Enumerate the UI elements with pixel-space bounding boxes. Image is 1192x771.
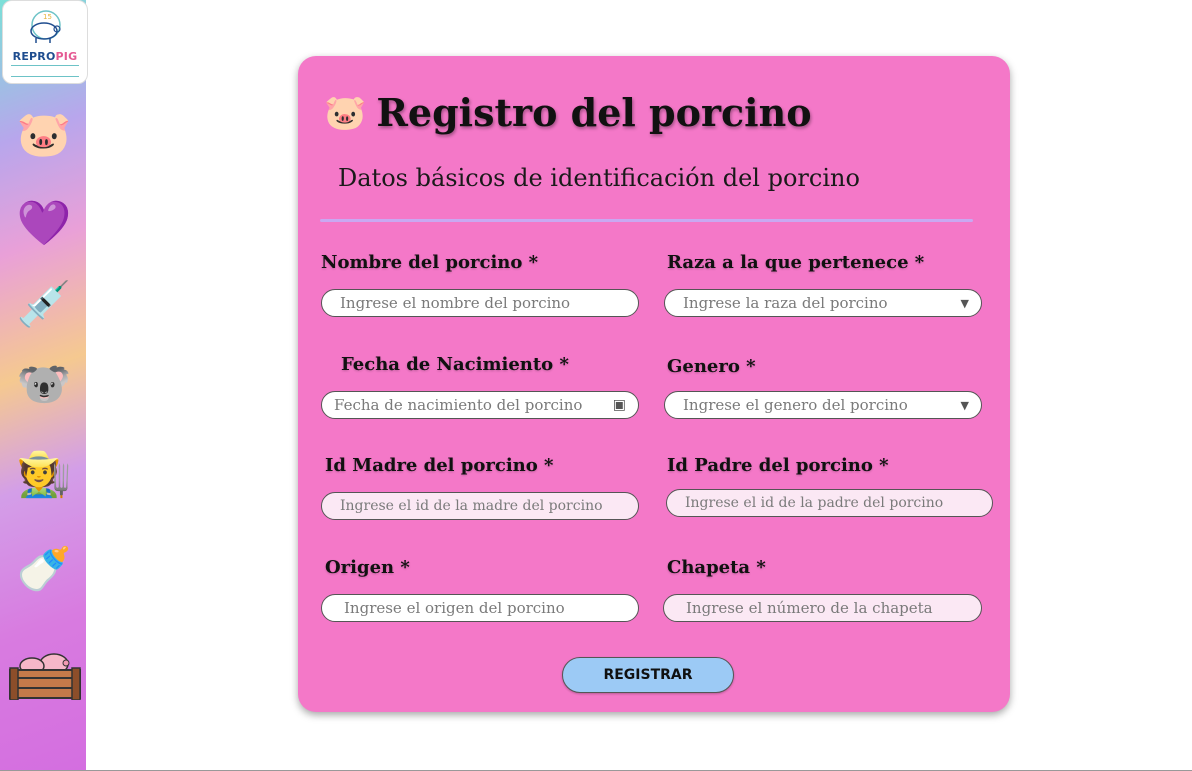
label-chapeta: Chapeta * — [667, 557, 766, 578]
genero-placeholder: Ingrese el genero del porcino — [683, 396, 908, 414]
pig-title-icon: 🐷 — [324, 92, 367, 133]
pig-pen-icon — [9, 653, 81, 700]
app-logo[interactable]: 15 REPROPIG — [2, 0, 88, 84]
logo-text: REPROPIG — [3, 50, 87, 63]
label-padre: Id Padre del porcino * — [667, 455, 889, 476]
nav-syringe-icon[interactable]: 💉 — [12, 273, 76, 337]
nombre-input[interactable]: Ingrese el nombre del porcino — [321, 289, 639, 317]
sidebar: 15 REPROPIG 🐷 💜 💉 🐨 🧑‍🌾 🍼 — [0, 0, 88, 771]
nav-purple-heart-icon[interactable]: 💜 — [12, 192, 76, 256]
origen-input[interactable]: Ingrese el origen del porcino — [321, 594, 639, 622]
madre-placeholder: Ingrese el id de la madre del porcino — [340, 498, 603, 514]
calendar-icon[interactable]: ▣ — [613, 397, 626, 413]
registration-card: 🐷 Registro del porcino Datos básicos de … — [298, 56, 1010, 712]
logo-badge: 15 — [43, 13, 52, 21]
label-genero: Genero * — [667, 356, 756, 377]
fecha-nacimiento-input[interactable]: Fecha de nacimiento del porcino ▣ — [321, 391, 639, 419]
chapeta-placeholder: Ingrese el número de la chapeta — [686, 599, 933, 617]
chevron-down-icon: ▼ — [960, 296, 969, 310]
raza-select[interactable]: Ingrese la raza del porcino ▼ — [664, 289, 982, 317]
label-fecha: Fecha de Nacimiento * — [341, 354, 569, 375]
nav-farmer-icon[interactable]: 🧑‍🌾 — [12, 443, 76, 507]
chapeta-input[interactable]: Ingrese el número de la chapeta — [663, 594, 982, 622]
padre-placeholder: Ingrese el id de la padre del porcino — [685, 495, 944, 511]
raza-placeholder: Ingrese la raza del porcino — [683, 294, 888, 312]
pig-logo-icon: 15 — [30, 10, 61, 43]
logo-text-pig: PIG — [55, 50, 78, 63]
genero-select[interactable]: Ingrese el genero del porcino ▼ — [664, 391, 982, 419]
nav-pig-face-icon[interactable]: 🐷 — [12, 103, 76, 167]
nombre-placeholder: Ingrese el nombre del porcino — [340, 294, 571, 312]
label-nombre: Nombre del porcino * — [321, 252, 539, 273]
label-madre: Id Madre del porcino * — [325, 455, 554, 476]
nav-baby-bottle-icon[interactable]: 🍼 — [12, 538, 76, 602]
page-title: 🐷 Registro del porcino — [324, 90, 812, 135]
origen-placeholder: Ingrese el origen del porcino — [344, 599, 565, 617]
chevron-down-icon: ▼ — [960, 398, 969, 412]
logo-decoration — [11, 65, 79, 77]
label-origen: Origen * — [325, 557, 410, 578]
nav-pig-pen-icon[interactable] — [8, 642, 82, 706]
nav-koala-icon[interactable]: 🐨 — [12, 353, 76, 417]
divider — [320, 219, 973, 222]
label-raza: Raza a la que pertenece * — [667, 252, 925, 273]
id-madre-input[interactable]: Ingrese el id de la madre del porcino — [321, 492, 639, 520]
logo-text-repro: REPRO — [12, 50, 56, 63]
registrar-button[interactable]: REGISTRAR — [562, 657, 734, 693]
form-subtitle: Datos básicos de identificación del porc… — [338, 164, 860, 192]
id-padre-input[interactable]: Ingrese el id de la padre del porcino — [666, 489, 993, 517]
fecha-placeholder: Fecha de nacimiento del porcino — [334, 396, 583, 414]
page-title-text: Registro del porcino — [376, 90, 812, 135]
